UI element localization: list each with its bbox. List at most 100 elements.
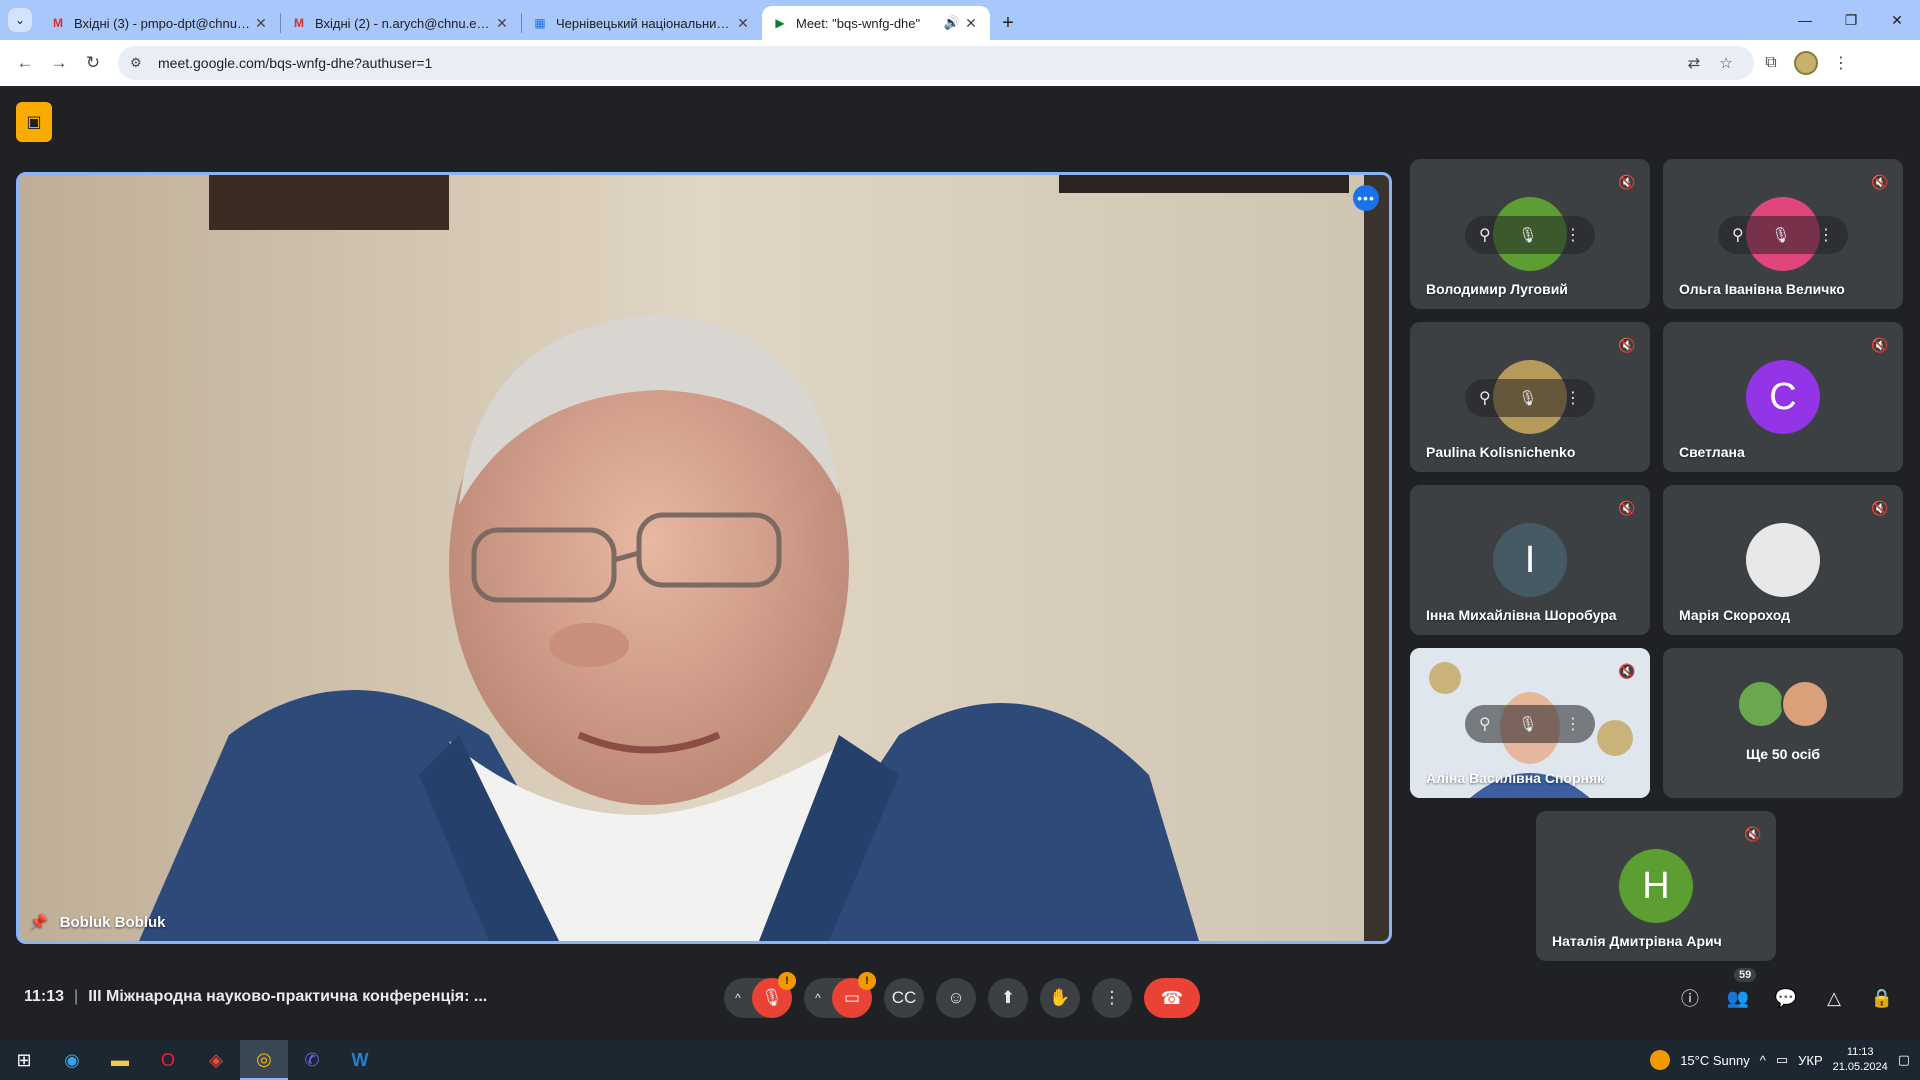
tab-search-button[interactable]: ⌄	[0, 0, 40, 40]
pin-icon[interactable]: ⚲	[1479, 714, 1491, 734]
participant-tile[interactable]: ⚲ 🎙 ⋮ 🔇 Paulina Kolisnichenko	[1410, 322, 1650, 472]
close-icon[interactable]: ✕	[493, 15, 511, 32]
tab-gmail-2[interactable]: M Вхідні (2) - n.arych@chnu.edu.ua ✕	[281, 6, 521, 40]
participant-tile[interactable]: С 🔇 Светлана	[1663, 322, 1903, 472]
recording-indicator-icon[interactable]: ▣	[16, 102, 52, 142]
participant-tile[interactable]: 🔇 Марія Скороход	[1663, 485, 1903, 635]
speaker-icon[interactable]: 🔊	[942, 15, 962, 31]
separator: |	[74, 988, 79, 1005]
url-text[interactable]: meet.google.com/bqs-wnfg-dhe?authuser=1	[152, 55, 1678, 71]
mic-off-icon: 🔇	[1618, 662, 1636, 679]
participant-tile[interactable]: І 🔇 Інна Михайлівна Шоробура	[1410, 485, 1650, 635]
chrome-icon[interactable]: ◎	[240, 1040, 288, 1080]
more-participants-tile[interactable]: Ще 50 осіб	[1663, 648, 1903, 798]
new-tab-button[interactable]: +	[990, 6, 1026, 40]
omnibox[interactable]: ⚙ meet.google.com/bqs-wnfg-dhe?authuser=…	[118, 46, 1754, 80]
tile-hover-controls: ⚲ 🎙 ⋮	[1465, 379, 1595, 417]
language-indicator[interactable]: УКР	[1798, 1053, 1823, 1068]
pin-icon[interactable]: 📌	[29, 913, 48, 931]
pin-icon[interactable]: ⚲	[1479, 225, 1491, 245]
mic-off-icon: 🔇	[1618, 499, 1636, 516]
close-icon[interactable]: ✕	[734, 15, 752, 32]
raise-hand-button[interactable]: ✋	[1040, 978, 1080, 1018]
back-icon[interactable]: ←	[8, 46, 42, 80]
restore-icon[interactable]: ❐	[1828, 0, 1874, 40]
participant-name: Аліна Василівна Спорняк	[1426, 770, 1605, 786]
more-options-icon[interactable]: •••	[1353, 185, 1379, 211]
close-window-icon[interactable]: ✕	[1874, 0, 1920, 40]
kebab-menu-icon[interactable]: ⋮	[1824, 46, 1858, 80]
kebab-menu-icon[interactable]: ⋮	[1818, 225, 1834, 245]
close-icon[interactable]: ✕	[962, 15, 980, 32]
mic-off-button[interactable]: 🎙 !	[752, 972, 796, 1018]
pin-icon[interactable]: ⚲	[1479, 388, 1491, 408]
main-speaker-tile[interactable]: ••• 📌 Bobluk Bobluk	[16, 172, 1392, 944]
mute-participant-icon[interactable]: 🎙	[1518, 226, 1537, 244]
kebab-menu-icon[interactable]: ⋮	[1565, 714, 1581, 734]
host-controls-button[interactable]: 🔒	[1858, 982, 1906, 1014]
notifications-icon[interactable]: ▢	[1898, 1052, 1910, 1068]
tab-gmail-1[interactable]: M Вхідні (3) - pmpo-dpt@chnu.edu.ua ✕	[40, 6, 280, 40]
windows-start-icon[interactable]: ⊞	[0, 1040, 48, 1080]
word-icon[interactable]: W	[336, 1040, 384, 1080]
profile-avatar[interactable]	[1794, 51, 1818, 75]
activities-button[interactable]: △	[1810, 982, 1858, 1014]
close-icon[interactable]: ✕	[252, 15, 270, 32]
more-options-button[interactable]: ⋮	[1092, 978, 1132, 1018]
tab-university[interactable]: ▦ Чернівецький національний університет …	[522, 6, 762, 40]
participant-tile[interactable]: ⚲ 🎙 ⋮ 🔇 Аліна Василівна Спорняк	[1410, 648, 1650, 798]
weather-text[interactable]: 15°C Sunny	[1680, 1053, 1750, 1068]
mute-participant-icon[interactable]: 🎙	[1771, 226, 1790, 244]
mute-participant-icon[interactable]: 🎙	[1518, 389, 1537, 407]
translate-icon[interactable]: ⇄	[1678, 54, 1710, 72]
minimize-icon[interactable]: —	[1782, 0, 1828, 40]
leave-call-button[interactable]: ☎	[1144, 978, 1200, 1018]
browser-tab-bar: ⌄ M Вхідні (3) - pmpo-dpt@chnu.edu.ua ✕ …	[0, 0, 1920, 40]
participant-name: Ольга Іванівна Величко	[1679, 281, 1845, 297]
opera-icon[interactable]: O	[144, 1040, 192, 1080]
chevron-down-icon: ⌄	[8, 8, 32, 32]
participant-tile[interactable]: ⚲ 🎙 ⋮ 🔇 Ольга Іванівна Величко	[1663, 159, 1903, 309]
extensions-icon[interactable]: ⧉	[1754, 46, 1788, 80]
gmail-icon: M	[294, 16, 304, 30]
mute-participant-icon[interactable]: 🎙	[1518, 715, 1537, 733]
people-button[interactable]: 👥 59	[1714, 968, 1762, 1014]
meeting-title[interactable]: III Міжнародна науково-практична конфере…	[88, 988, 487, 1006]
kebab-menu-icon[interactable]: ⋮	[1565, 388, 1581, 408]
camera-off-button[interactable]: ▭ !	[832, 972, 876, 1018]
avatar: Н	[1619, 849, 1693, 923]
viber-icon[interactable]: ✆	[288, 1040, 336, 1080]
warning-icon: !	[778, 972, 796, 990]
network-icon[interactable]: ▭	[1776, 1052, 1788, 1068]
chevron-up-icon[interactable]: ^	[724, 991, 752, 1005]
participant-name: Светлана	[1679, 444, 1745, 460]
bookmark-star-icon[interactable]: ☆	[1710, 54, 1742, 72]
participant-tile[interactable]: ⚲ 🎙 ⋮ 🔇 Володимир Луговий	[1410, 159, 1650, 309]
clock[interactable]: 11:13 21.05.2024	[1833, 1045, 1888, 1075]
participant-name: Марія Скороход	[1679, 607, 1791, 623]
meeting-details-button[interactable]: ⓘ	[1666, 982, 1714, 1014]
chevron-up-icon[interactable]: ^	[1760, 1053, 1766, 1068]
edge-icon[interactable]: ◉	[48, 1040, 96, 1080]
more-participants-avatars	[1737, 680, 1829, 728]
system-tray: 15°C Sunny ^ ▭ УКР 11:13 21.05.2024 ▢	[1650, 1040, 1920, 1080]
kebab-menu-icon[interactable]: ⋮	[1565, 225, 1581, 245]
reload-icon[interactable]: ↻	[76, 46, 110, 80]
file-explorer-icon[interactable]: ▬	[96, 1040, 144, 1080]
chat-button[interactable]: 💬	[1762, 982, 1810, 1014]
tab-meet[interactable]: ▶ Meet: "bqs-wnfg-dhe" 🔊 ✕	[762, 6, 990, 40]
mic-off-icon: 🔇	[1618, 173, 1636, 190]
captions-button[interactable]: CC	[884, 978, 924, 1018]
anydesk-icon[interactable]: ◈	[192, 1040, 240, 1080]
side-panel-controls: ⓘ 👥 59 💬 △ 🔒	[1666, 968, 1906, 1014]
captions-icon: CC	[891, 988, 917, 1007]
forward-icon[interactable]: →	[42, 46, 76, 80]
hand-icon: ✋	[1049, 988, 1071, 1007]
pin-icon[interactable]: ⚲	[1732, 225, 1744, 245]
present-button[interactable]: ⬆	[988, 978, 1028, 1018]
tile-hover-controls: ⚲ 🎙 ⋮	[1465, 216, 1595, 254]
site-info-icon[interactable]: ⚙	[130, 55, 152, 71]
reactions-button[interactable]: ☺	[936, 978, 976, 1018]
participant-tile[interactable]: Н 🔇 Наталія Дмитрівна Арич	[1536, 811, 1776, 961]
chevron-up-icon[interactable]: ^	[804, 991, 832, 1005]
